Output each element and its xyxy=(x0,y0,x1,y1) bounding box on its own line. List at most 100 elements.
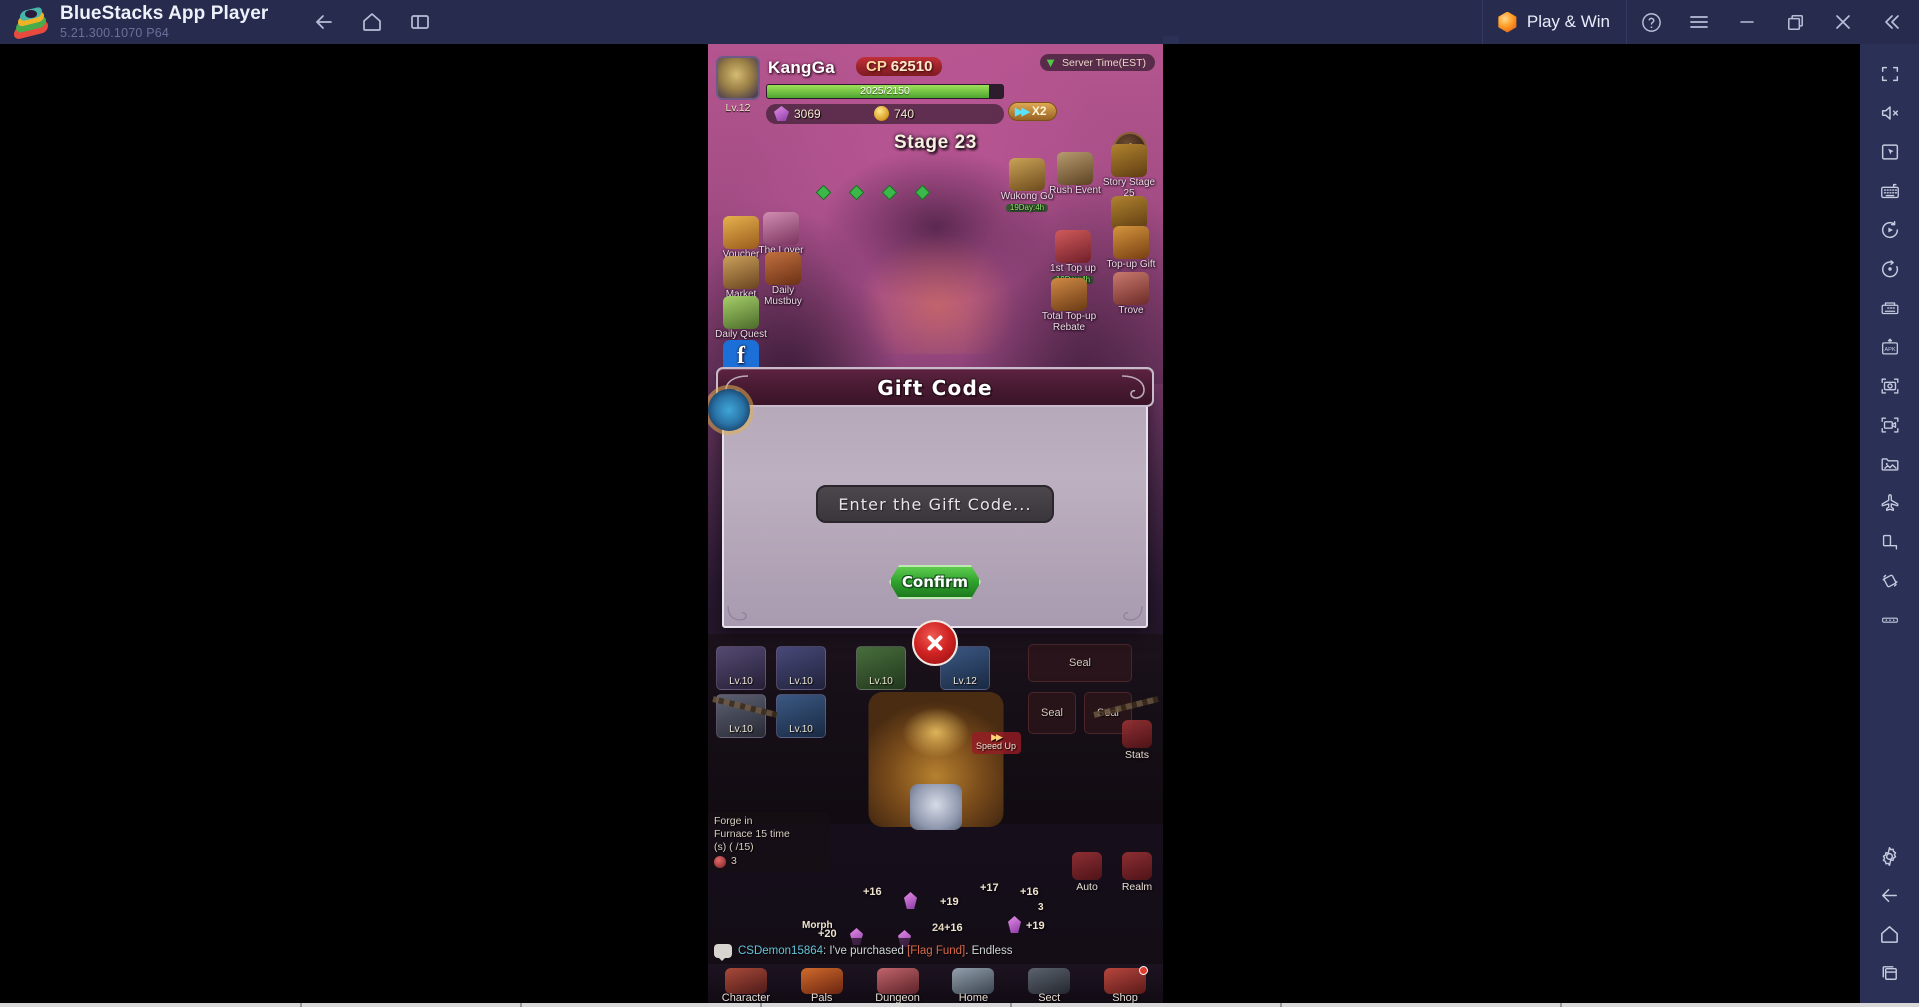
equipment-slot[interactable]: Lv.10 xyxy=(776,694,826,738)
nav-pals[interactable]: Pals xyxy=(789,968,855,1004)
android-back-button[interactable] xyxy=(1868,876,1912,915)
equipment-slot[interactable]: Lv.10 xyxy=(776,646,826,690)
seal-slot[interactable]: Seal xyxy=(1028,644,1132,682)
install-apk-button[interactable]: APK xyxy=(1868,327,1912,366)
media-manager-button[interactable] xyxy=(1868,444,1912,483)
seal-slot[interactable]: Seal xyxy=(1028,692,1076,734)
forge-item-preview xyxy=(909,784,962,830)
game-viewport[interactable]: Lv.12 KangGa CP 62510 2025/2150 3069 740 xyxy=(708,44,1163,1007)
close-button[interactable] xyxy=(1819,0,1867,44)
event-label: 1st Top up xyxy=(1050,263,1096,274)
gem-resource[interactable]: 3069 xyxy=(774,106,821,121)
stage-label: Stage 23 xyxy=(894,132,977,153)
chat-bar[interactable]: CSDemon15864: I've purchased [Flag Fund]… xyxy=(708,938,1163,964)
recents-button[interactable] xyxy=(400,2,440,42)
event-label: Total Top-up Rebate xyxy=(1041,311,1097,333)
equipment-slot[interactable]: Lv.10 xyxy=(716,646,766,690)
event-story-stage[interactable]: Story Stage 25 xyxy=(1098,144,1160,199)
event-trove[interactable]: Trove xyxy=(1100,272,1162,317)
screenshot-button[interactable] xyxy=(1868,366,1912,405)
gift-code-input[interactable]: Enter the Gift Code... xyxy=(816,485,1054,523)
resource-strip: 3069 740 xyxy=(766,104,1004,124)
mustbuy-icon xyxy=(765,252,801,285)
nav-dungeon[interactable]: Dungeon xyxy=(865,968,931,1004)
gem-value: 3069 xyxy=(794,106,821,121)
event-the-lover[interactable]: The Lover xyxy=(750,212,812,257)
confirm-button[interactable]: Confirm xyxy=(889,565,981,599)
rotate-dot-icon xyxy=(1881,259,1898,277)
corner-flourish-icon xyxy=(726,604,752,624)
medal-decoration xyxy=(708,389,750,431)
auto-button[interactable]: Auto xyxy=(1063,852,1111,893)
screen-record-button[interactable] xyxy=(1868,405,1912,444)
enhance-value: +17 xyxy=(980,882,999,894)
sync-operations-button[interactable] xyxy=(1868,249,1912,288)
coin-value: 740 xyxy=(894,106,915,121)
settings-button[interactable] xyxy=(1868,837,1912,876)
nav-shop[interactable]: Shop xyxy=(1092,966,1158,1004)
app-version: 5.21.300.1070 P64 xyxy=(60,25,170,40)
avatar[interactable] xyxy=(716,56,760,100)
avatar-level: Lv.12 xyxy=(725,102,751,114)
home-button[interactable] xyxy=(352,2,392,42)
enhance-value: +16 xyxy=(1020,886,1039,898)
restore-button[interactable] xyxy=(1771,0,1819,44)
equipment-slot[interactable]: Lv.10 xyxy=(856,646,906,690)
android-home-button[interactable] xyxy=(1868,915,1912,954)
enhance-value: +16 xyxy=(944,922,963,934)
experience-text: 2025/2150 xyxy=(860,85,910,97)
back-button[interactable] xyxy=(304,2,344,42)
home-icon xyxy=(1881,926,1898,943)
android-recents-button[interactable] xyxy=(1868,954,1912,993)
server-time-label: Server Time(EST) xyxy=(1061,56,1146,69)
lover-icon xyxy=(763,212,799,245)
event-total-topup-rebate[interactable]: Total Top-up Rebate xyxy=(1038,278,1100,333)
nav-character[interactable]: Character xyxy=(713,968,779,1004)
fast-forward-icon: ▶▶ xyxy=(1015,105,1030,118)
morph-count: 3 xyxy=(1038,902,1044,913)
close-dialog-button[interactable] xyxy=(912,620,958,666)
chat-bubble-icon xyxy=(714,944,732,961)
mute-button[interactable] xyxy=(1868,93,1912,132)
workspace-right-letterbox xyxy=(1163,36,1860,1007)
event-daily-quest[interactable]: Daily Quest xyxy=(710,296,772,341)
rotate-screen-button[interactable] xyxy=(1868,522,1912,561)
gift-code-dialog: Gift Code Enter the Gift Code... Confirm xyxy=(708,367,1154,666)
help-button[interactable] xyxy=(1627,0,1675,44)
shake-button[interactable] xyxy=(1868,561,1912,600)
multi-instance-button[interactable] xyxy=(1868,288,1912,327)
speed-multiplier-button[interactable]: ▶▶ X2 xyxy=(1008,102,1057,121)
arrow-left-icon xyxy=(1882,888,1897,903)
event-rush-event[interactable]: Rush Event xyxy=(1044,152,1106,197)
hamburger-menu-button[interactable] xyxy=(1675,0,1723,44)
game-controls-button[interactable] xyxy=(1868,132,1912,171)
play-and-win-button[interactable]: Play & Win xyxy=(1483,0,1626,44)
eco-mode-button[interactable] xyxy=(1868,483,1912,522)
minimize-button[interactable] xyxy=(1723,0,1771,44)
gallery-folder-icon xyxy=(1881,457,1898,471)
speed-up-button[interactable]: ▶▶ Speed Up xyxy=(972,732,1022,754)
more-button[interactable] xyxy=(1868,600,1912,639)
speed-up-label: Speed Up xyxy=(976,741,1017,752)
coin-resource[interactable]: 740 xyxy=(874,106,914,121)
realm-button[interactable]: Realm xyxy=(1113,852,1161,893)
server-time-button[interactable]: ▼ Server Time(EST) xyxy=(1040,54,1155,71)
quest-icon xyxy=(723,296,759,329)
gift-code-placeholder: Enter the Gift Code... xyxy=(838,494,1032,514)
fullscreen-button[interactable] xyxy=(1868,54,1912,93)
event-first-topup[interactable]: 1st Top up 19Day:4h xyxy=(1042,230,1104,285)
slot-level: Lv.10 xyxy=(729,724,753,735)
collapse-sidebar-button[interactable] xyxy=(1867,0,1915,44)
recent-apps-icon xyxy=(1882,966,1897,980)
auto-icon xyxy=(1072,852,1102,880)
event-topup-gift[interactable]: Top-up Gift xyxy=(1100,226,1162,271)
nav-sect[interactable]: Sect xyxy=(1016,968,1082,1004)
nav-home[interactable]: Home xyxy=(940,968,1006,1004)
macro-recorder-button[interactable] xyxy=(1868,210,1912,249)
rush-icon xyxy=(1057,152,1093,185)
dialog-header: Gift Code xyxy=(716,367,1154,407)
svg-text:APK: APK xyxy=(1884,346,1896,352)
stats-button[interactable]: Stats xyxy=(1113,720,1161,761)
keymapping-button[interactable] xyxy=(1868,171,1912,210)
story-icon xyxy=(1111,144,1147,177)
